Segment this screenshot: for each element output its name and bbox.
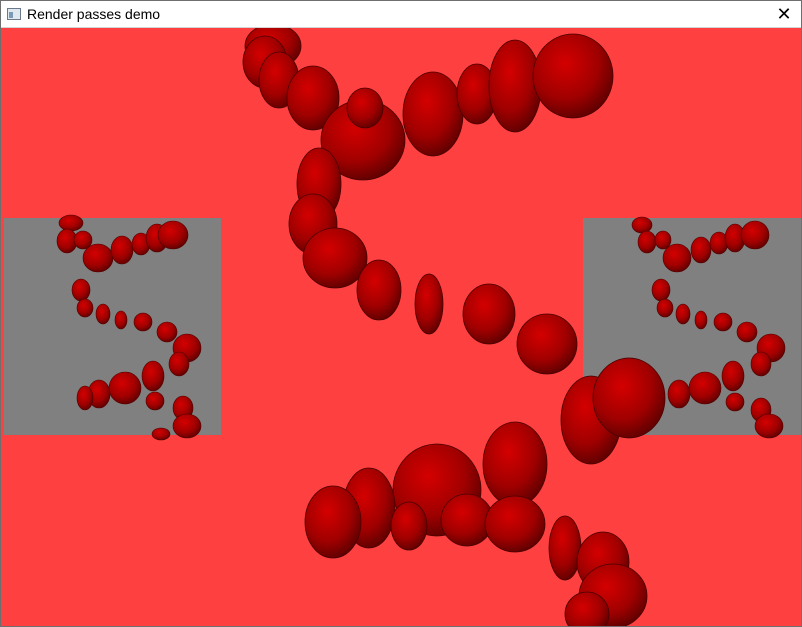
app-window-icon <box>7 8 21 20</box>
app-window: Render passes demo ✕ <box>0 0 802 627</box>
close-button[interactable]: ✕ <box>767 1 801 27</box>
scene-canvas <box>4 28 801 626</box>
window-title: Render passes demo <box>27 6 161 22</box>
render-viewport[interactable] <box>1 28 801 626</box>
left-render-pass-view <box>4 214 221 441</box>
title-bar[interactable]: Render passes demo ✕ <box>1 1 801 28</box>
